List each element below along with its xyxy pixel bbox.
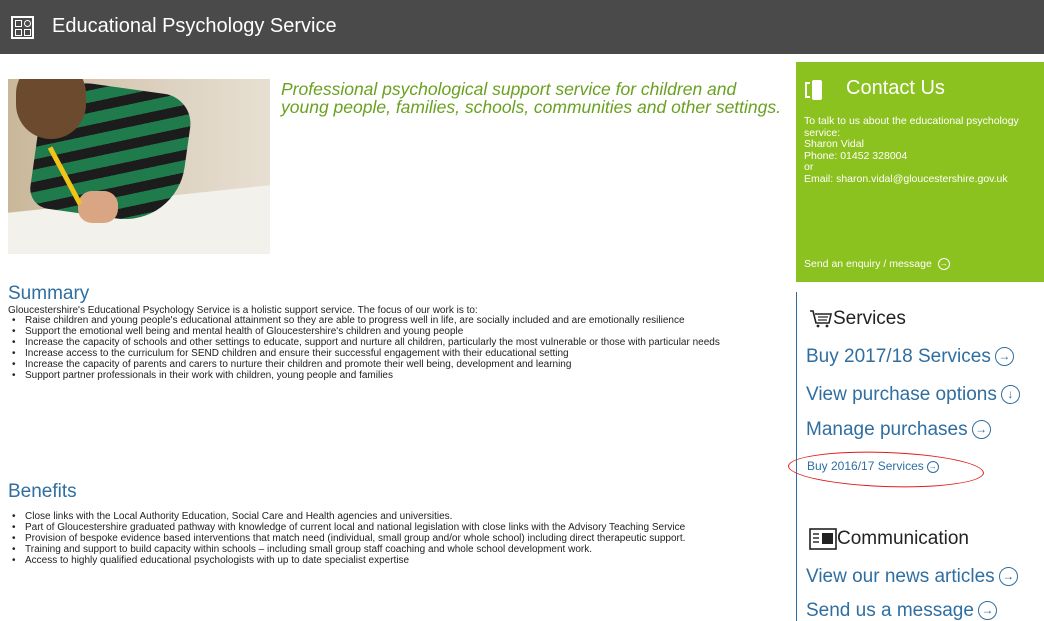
list-item: Increase the capacity of schools and oth… [8,337,778,348]
services-heading-label: Services [833,308,906,329]
link-label: View purchase options [806,384,997,405]
list-item: Increase the capacity of parents and car… [8,359,778,370]
list-item: Access to highly qualified educational p… [8,555,778,566]
send-us-message-link[interactable]: Send us a message → [806,600,997,621]
list-item: Raise children and young people's educat… [8,315,778,326]
list-item: Training and support to build capacity w… [8,544,778,555]
link-label: Manage purchases [806,419,968,440]
benefits-heading: Benefits [8,481,77,502]
communication-heading-label: Communication [837,528,969,550]
list-item: Support partner professionals in their w… [8,370,778,381]
phone-book-icon [805,80,822,100]
grid-symbols-icon [11,16,34,39]
send-enquiry-link[interactable]: Send an enquiry / message → [804,258,950,271]
link-label: Send us a message [806,600,974,621]
summary-list: Raise children and young people's educat… [8,315,778,381]
contact-details: To talk to us about the educational psyc… [804,115,1044,186]
newspaper-icon [809,528,837,550]
arrow-right-circle-icon: → [977,601,997,621]
send-enquiry-label: Send an enquiry / message [804,258,932,270]
list-item: Close links with the Local Authority Edu… [8,511,778,522]
list-item: Increase access to the curriculum for SE… [8,348,778,359]
arrow-right-circle-icon: → [998,567,1018,587]
contact-or: or [804,161,814,173]
service-tagline: Professional psychological support servi… [281,79,781,117]
summary-heading: Summary [8,283,90,304]
contact-name: Sharon Vidal [804,138,864,150]
contact-panel: Contact Us To talk to us about the educa… [796,62,1044,282]
link-label: View our news articles [806,566,995,587]
cart-icon [809,310,833,328]
page-title: Educational Psychology Service [52,15,337,37]
site-header: Educational Psychology Service [0,0,1044,54]
list-item: Provision of bespoke evidence based inte… [8,533,778,544]
arrow-right-circle-icon: → [994,347,1014,367]
manage-purchases-link[interactable]: Manage purchases → [806,419,991,441]
communication-heading: Communication [809,528,969,550]
arrow-right-circle-icon: → [971,420,991,440]
contact-line: To talk to us about the educational psyc… [804,115,1019,127]
services-heading: Services [809,308,906,330]
contact-title: Contact Us [846,77,945,99]
contact-email[interactable]: Email: sharon.vidal@gloucestershire.gov.… [804,173,1044,186]
list-item: Support the emotional well being and men… [8,326,778,337]
list-item: Part of Gloucestershire graduated pathwa… [8,522,778,533]
benefits-list: Close links with the Local Authority Edu… [8,511,778,566]
arrow-right-circle-icon: → [937,258,950,271]
buy-2017-services-link[interactable]: Buy 2017/18 Services → [806,346,1014,368]
contact-phone: Phone: 01452 328004 [804,149,908,162]
view-purchase-options-link[interactable]: View purchase options ↓ [806,384,1020,406]
view-news-articles-link[interactable]: View our news articles → [806,566,1018,588]
child-writing-photo [8,79,270,254]
arrow-down-circle-icon: ↓ [1000,385,1020,405]
link-label: Buy 2017/18 Services [806,346,991,367]
